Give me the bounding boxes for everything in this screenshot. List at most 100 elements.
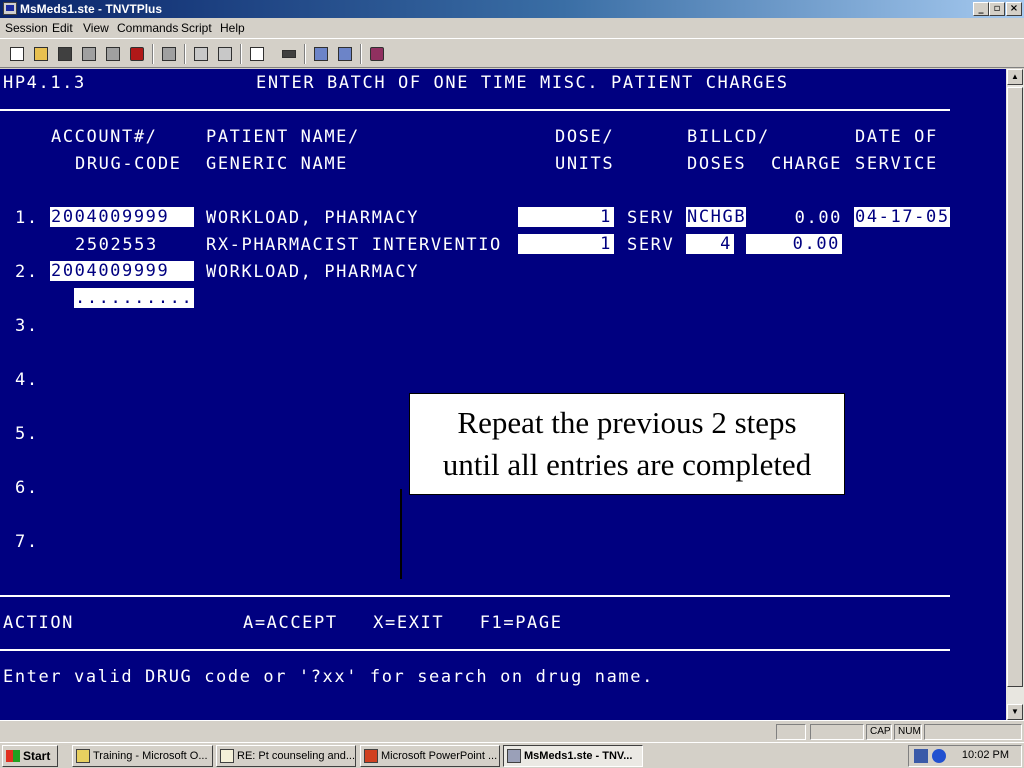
dose-field[interactable]: 1 — [518, 207, 614, 227]
drug-code: 2502553 — [75, 235, 158, 255]
vertical-scrollbar[interactable]: ▲ ▼ — [1006, 69, 1024, 720]
help-book-icon[interactable] — [366, 43, 388, 65]
billcd-field[interactable]: NCHGB — [686, 207, 746, 227]
row-number: 5. — [15, 424, 39, 444]
menu-help[interactable]: Help — [220, 21, 245, 35]
task-label: Microsoft PowerPoint ... — [381, 750, 498, 762]
terminal-app-icon[interactable] — [3, 2, 17, 15]
header-charge: CHARGE — [771, 154, 843, 174]
drug-code-input[interactable]: .......... — [74, 288, 194, 308]
screen-id: HP4.1.3 — [3, 73, 86, 93]
row-number: 7. — [15, 532, 39, 552]
charge-field[interactable]: 0.00 — [746, 234, 842, 254]
header-patient-name: PATIENT NAME/ — [206, 127, 360, 147]
action-label: ACTION — [3, 613, 75, 633]
generic-name: RX-PHARMACIST INTERVENTIO — [206, 235, 502, 255]
copy-icon[interactable] — [190, 43, 212, 65]
terminal-icon — [507, 749, 521, 763]
patient-name: WORKLOAD, PHARMACY — [206, 262, 420, 282]
system-tray: 10:02 PM — [908, 745, 1022, 767]
task-email[interactable]: RE: Pt counseling and... — [216, 745, 356, 767]
start-button[interactable]: Start — [2, 745, 58, 767]
dose-field[interactable]: 1 — [518, 234, 614, 254]
paste-icon[interactable] — [214, 43, 236, 65]
callout-line: Repeat the previous 2 steps — [457, 405, 797, 440]
screen-icon[interactable] — [246, 43, 268, 65]
menu-view[interactable]: View — [83, 21, 109, 35]
callout-line: until all entries are completed — [442, 447, 812, 482]
account-field[interactable]: 2004009999 — [50, 207, 194, 227]
toolbar-separator — [184, 44, 186, 64]
envelope-icon — [220, 749, 234, 763]
minimize-button[interactable]: _ — [973, 2, 989, 16]
close-button[interactable]: × — [1006, 2, 1022, 16]
instruction-callout: Repeat the previous 2 steps until all en… — [409, 393, 845, 495]
unit-label: SERV — [627, 208, 675, 228]
menu-session[interactable]: Session — [5, 21, 48, 35]
task-powerpoint[interactable]: Microsoft PowerPoint ... — [360, 745, 500, 767]
status-panel — [776, 724, 806, 740]
properties-icon[interactable] — [78, 43, 100, 65]
title-bar: MsMeds1.ste - TNVTPlus _ ▫ × — [0, 0, 1024, 18]
task-label: MsMeds1.ste - TNV... — [524, 750, 633, 762]
num-indicator: NUM — [894, 724, 922, 740]
row-number: 2. — [15, 262, 39, 282]
status-panel — [810, 724, 864, 740]
status-panel — [924, 724, 1022, 740]
powerpoint-icon — [364, 749, 378, 763]
header-account: ACCOUNT#/ — [51, 127, 158, 147]
menu-bar: Session Edit View Commands Script Help — [0, 18, 1024, 38]
maximize-button[interactable]: ▫ — [989, 2, 1005, 16]
caps-indicator: CAP — [866, 724, 892, 740]
windows-logo-icon — [6, 750, 20, 762]
receive-file-icon[interactable] — [334, 43, 356, 65]
patient-name: WORKLOAD, PHARMACY — [206, 208, 420, 228]
toolbar-separator — [240, 44, 242, 64]
settings-icon[interactable] — [102, 43, 124, 65]
header-billcd: BILLCD/ — [687, 127, 770, 147]
divider — [0, 109, 950, 111]
row-number: 4. — [15, 370, 39, 390]
keyboard-icon[interactable] — [278, 43, 300, 65]
cursor-line — [400, 489, 402, 579]
open-folder-icon[interactable] — [30, 43, 52, 65]
start-label: Start — [23, 749, 51, 763]
toolbar — [0, 38, 1024, 68]
header-dose: DOSE/ — [555, 127, 615, 147]
volume-icon[interactable] — [932, 749, 946, 763]
task-terminal[interactable]: MsMeds1.ste - TNV... — [503, 745, 643, 767]
toolbar-separator — [304, 44, 306, 64]
task-label: RE: Pt counseling and... — [237, 750, 356, 762]
account-field[interactable]: 2004009999 — [50, 261, 194, 281]
status-bar: CAP NUM — [0, 720, 1024, 742]
charge-value: 0.00 — [794, 208, 842, 228]
status-message: Enter valid DRUG code or '?xx' for searc… — [3, 667, 654, 687]
divider — [0, 649, 950, 651]
scroll-up-icon[interactable]: ▲ — [1007, 69, 1023, 85]
disconnect-icon[interactable] — [126, 43, 148, 65]
task-label: Training - Microsoft O... — [93, 750, 208, 762]
unit-label: SERV — [627, 235, 675, 255]
menu-edit[interactable]: Edit — [52, 21, 73, 35]
print-icon[interactable] — [158, 43, 180, 65]
clock: 10:02 PM — [961, 749, 1009, 761]
menu-commands[interactable]: Commands — [117, 21, 178, 35]
header-units: UNITS — [555, 154, 615, 174]
menu-script[interactable]: Script — [181, 21, 212, 35]
row-number: 1. — [15, 208, 39, 228]
toolbar-separator — [152, 44, 154, 64]
terminal-screen[interactable]: HP4.1.3 ENTER BATCH OF ONE TIME MISC. PA… — [0, 69, 1006, 720]
toolbar-separator — [360, 44, 362, 64]
new-file-icon[interactable] — [6, 43, 28, 65]
header-service: SERVICE — [855, 154, 938, 174]
date-field[interactable]: 04-17-05 — [854, 207, 950, 227]
scroll-down-icon[interactable]: ▼ — [1007, 704, 1023, 720]
send-file-icon[interactable] — [310, 43, 332, 65]
header-date-of: DATE OF — [855, 127, 938, 147]
scroll-thumb[interactable] — [1007, 87, 1023, 687]
task-outlook[interactable]: Training - Microsoft O... — [72, 745, 213, 767]
taskbar: Start Training - Microsoft O... RE: Pt c… — [0, 742, 1024, 768]
save-icon[interactable] — [54, 43, 76, 65]
network-icon[interactable] — [914, 749, 928, 763]
doses-field[interactable]: 4 — [686, 234, 734, 254]
